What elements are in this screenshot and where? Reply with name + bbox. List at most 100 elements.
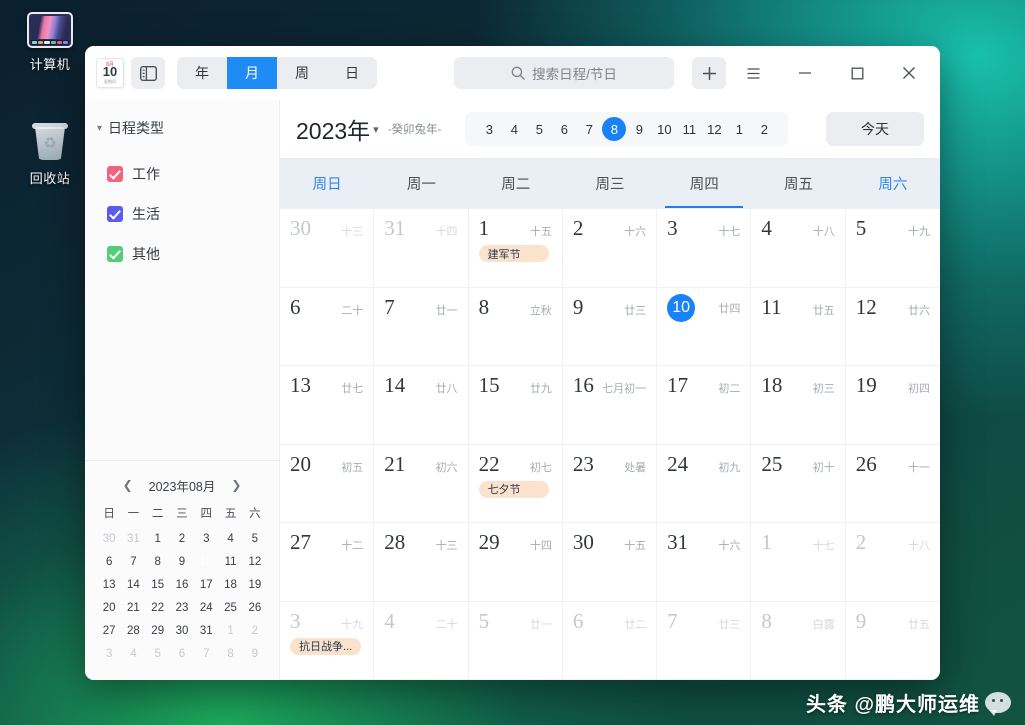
tab-week[interactable]: 周 [277,57,327,89]
day-cell[interactable]: 28 十三 [374,523,469,602]
month-item[interactable]: 10 [652,117,676,141]
mini-day[interactable]: 2 [243,622,267,641]
mini-day[interactable]: 5 [243,530,267,549]
mini-day[interactable]: 30 [97,530,121,549]
day-cell[interactable]: 11 廿五 [751,287,846,366]
day-cell[interactable]: 12 廿六 [845,288,940,366]
category-item-life[interactable]: 生活 [107,194,279,234]
day-cell[interactable]: 2 十八 [845,523,940,602]
day-cell[interactable]: 7 廿三 [657,601,752,680]
mini-day[interactable]: 23 [170,599,194,618]
day-cell[interactable]: 7 廿一 [374,287,469,366]
minimize-button[interactable] [780,53,830,93]
tab-day[interactable]: 日 [327,57,377,89]
mini-day[interactable]: 12 [243,553,267,572]
day-cell[interactable]: 6 二十 [280,287,375,366]
mini-day[interactable]: 4 [121,645,145,664]
day-cell[interactable]: 31 十六 [657,523,752,602]
day-cell[interactable]: 16 七月初一 [562,366,658,445]
mini-day[interactable]: 28 [121,622,145,641]
mini-day[interactable]: 4 [218,530,242,549]
category-item-work[interactable]: 工作 [107,154,279,194]
day-cell[interactable]: 31 十四 [374,209,469,288]
month-item[interactable]: 4 [502,117,526,141]
mini-day[interactable]: 5 [146,645,170,664]
mini-day[interactable]: 21 [121,599,145,618]
add-schedule-button[interactable] [692,57,726,89]
day-cell[interactable]: 22 初七 七夕节 [468,444,563,523]
month-item[interactable]: 3 [477,117,501,141]
day-cell[interactable]: 8 立秋 [468,287,563,366]
day-cell[interactable]: 15 廿九 [468,366,563,445]
mini-day[interactable]: 16 [170,576,194,595]
day-cell[interactable]: 1 十七 [751,523,846,602]
day-cell[interactable]: 21 初六 [374,444,469,523]
month-item[interactable]: 2 [752,117,776,141]
day-cell[interactable]: 5 十九 [845,209,940,288]
day-cell[interactable]: 3 十九 抗日战争... [280,601,375,680]
day-cell[interactable]: 20 初五 [280,444,375,523]
mini-day[interactable]: 18 [218,576,242,595]
maximize-button[interactable] [832,53,882,93]
day-cell[interactable]: 26 十一 [845,445,940,523]
month-item[interactable]: 1 [727,117,751,141]
mini-day[interactable]: 22 [146,599,170,618]
event-chip[interactable]: 建军节 [478,245,550,262]
month-item[interactable]: 7 [577,117,601,141]
mini-day[interactable]: 13 [97,576,121,595]
day-cell[interactable]: 25 初十 [751,444,846,523]
day-cell[interactable]: 23 处暑 [562,444,658,523]
event-chip[interactable]: 抗日战争... [290,637,361,655]
day-cell[interactable]: 4 十八 [751,209,846,288]
day-cell[interactable]: 4 二十 [374,601,469,680]
category-item-other[interactable]: 其他 [107,234,279,274]
checkbox-other[interactable] [107,246,123,262]
chevron-left-icon[interactable]: ❮ [123,478,133,492]
mini-day[interactable]: 27 [97,622,121,641]
mini-day[interactable]: 11 [218,553,242,572]
day-cell[interactable]: 1 十五 建军节 [468,209,563,288]
mini-day[interactable]: 2 [170,530,194,549]
mini-day[interactable]: 3 [194,530,218,549]
day-cell[interactable]: 8 白露 [751,601,846,680]
event-chip[interactable]: 七夕节 [478,480,550,498]
checkbox-life[interactable] [107,206,123,222]
month-item[interactable]: 12 [702,117,726,141]
day-cell[interactable]: 24 初九 [657,444,752,523]
mini-day[interactable]: 20 [97,599,121,618]
schedule-type-header[interactable]: ▾ 日程类型 [85,116,279,140]
month-item[interactable]: 5 [527,117,551,141]
chevron-down-icon[interactable]: ▾ [373,123,379,136]
mini-day[interactable]: 17 [194,576,218,595]
day-cell-today[interactable]: 10 廿四 [657,287,752,366]
day-cell[interactable]: 2 十六 [562,209,658,288]
day-cell[interactable]: 3 十七 [657,209,752,288]
day-cell[interactable]: 9 廿三 [562,287,658,366]
desktop-icon-computer[interactable]: 计算机 [8,12,92,73]
desktop-icon-recycle-bin[interactable]: ♻ 回收站 [8,122,92,187]
mini-day-today[interactable]: 10 [194,553,218,572]
day-cell[interactable]: 17 初二 [657,366,752,445]
mini-day[interactable]: 30 [170,622,194,641]
mini-day[interactable]: 9 [243,645,267,664]
day-cell[interactable]: 29 十四 [468,523,563,602]
mini-day[interactable]: 14 [121,576,145,595]
search-input[interactable]: 搜索日程/节日 [454,57,674,89]
mini-day[interactable]: 8 [218,645,242,664]
mini-day[interactable]: 6 [97,553,121,572]
mini-day[interactable]: 25 [218,599,242,618]
mini-day[interactable]: 6 [170,645,194,664]
menu-button[interactable] [728,53,778,93]
mini-day[interactable]: 24 [194,599,218,618]
tab-month[interactable]: 月 [227,57,277,89]
day-cell[interactable]: 18 初三 [751,366,846,445]
mini-day[interactable]: 26 [243,599,267,618]
mini-day[interactable]: 1 [146,530,170,549]
today-button[interactable]: 今天 [826,112,924,146]
month-item-selected[interactable]: 8 [602,117,627,141]
mini-day[interactable]: 31 [121,530,145,549]
day-cell[interactable]: 13 廿七 [280,366,375,445]
day-cell[interactable]: 9 廿五 [845,602,940,680]
day-cell[interactable]: 14 廿八 [374,366,469,445]
chevron-right-icon[interactable]: ❯ [231,478,241,492]
